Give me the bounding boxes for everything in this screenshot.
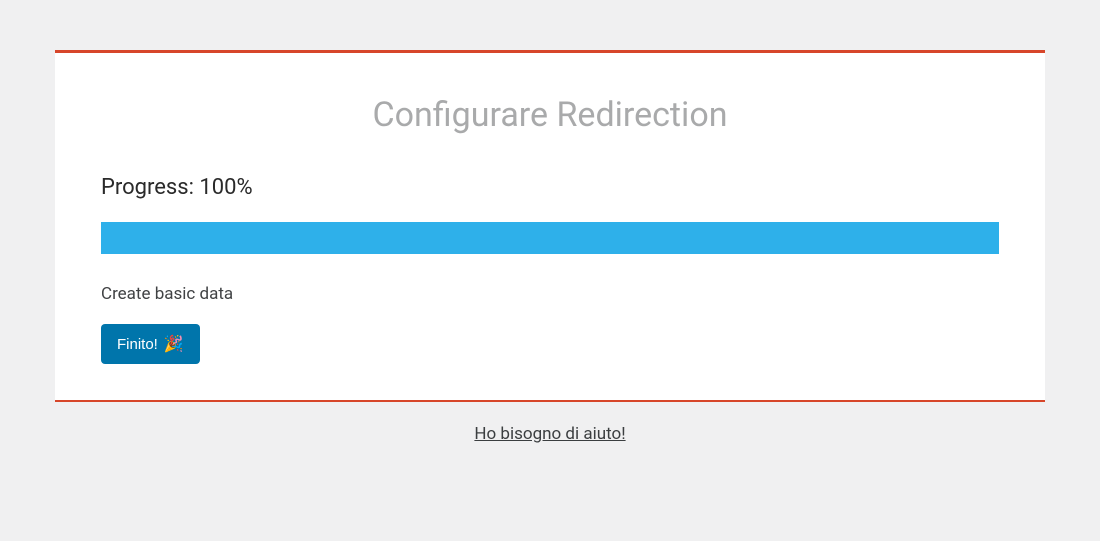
celebrate-icon: 🎉 — [164, 334, 184, 354]
finish-button[interactable]: Finito! 🎉 — [101, 324, 200, 364]
progress-bar — [101, 222, 999, 254]
setup-panel: Configurare Redirection Progress: 100% C… — [55, 50, 1045, 402]
panel-title: Configurare Redirection — [101, 95, 999, 135]
progress-label: Progress: 100% — [101, 175, 999, 200]
help-link-container: Ho bisogno di aiuto! — [55, 424, 1045, 444]
help-link[interactable]: Ho bisogno di aiuto! — [474, 424, 625, 444]
status-text: Create basic data — [101, 284, 999, 304]
finish-button-label: Finito! — [117, 336, 158, 353]
